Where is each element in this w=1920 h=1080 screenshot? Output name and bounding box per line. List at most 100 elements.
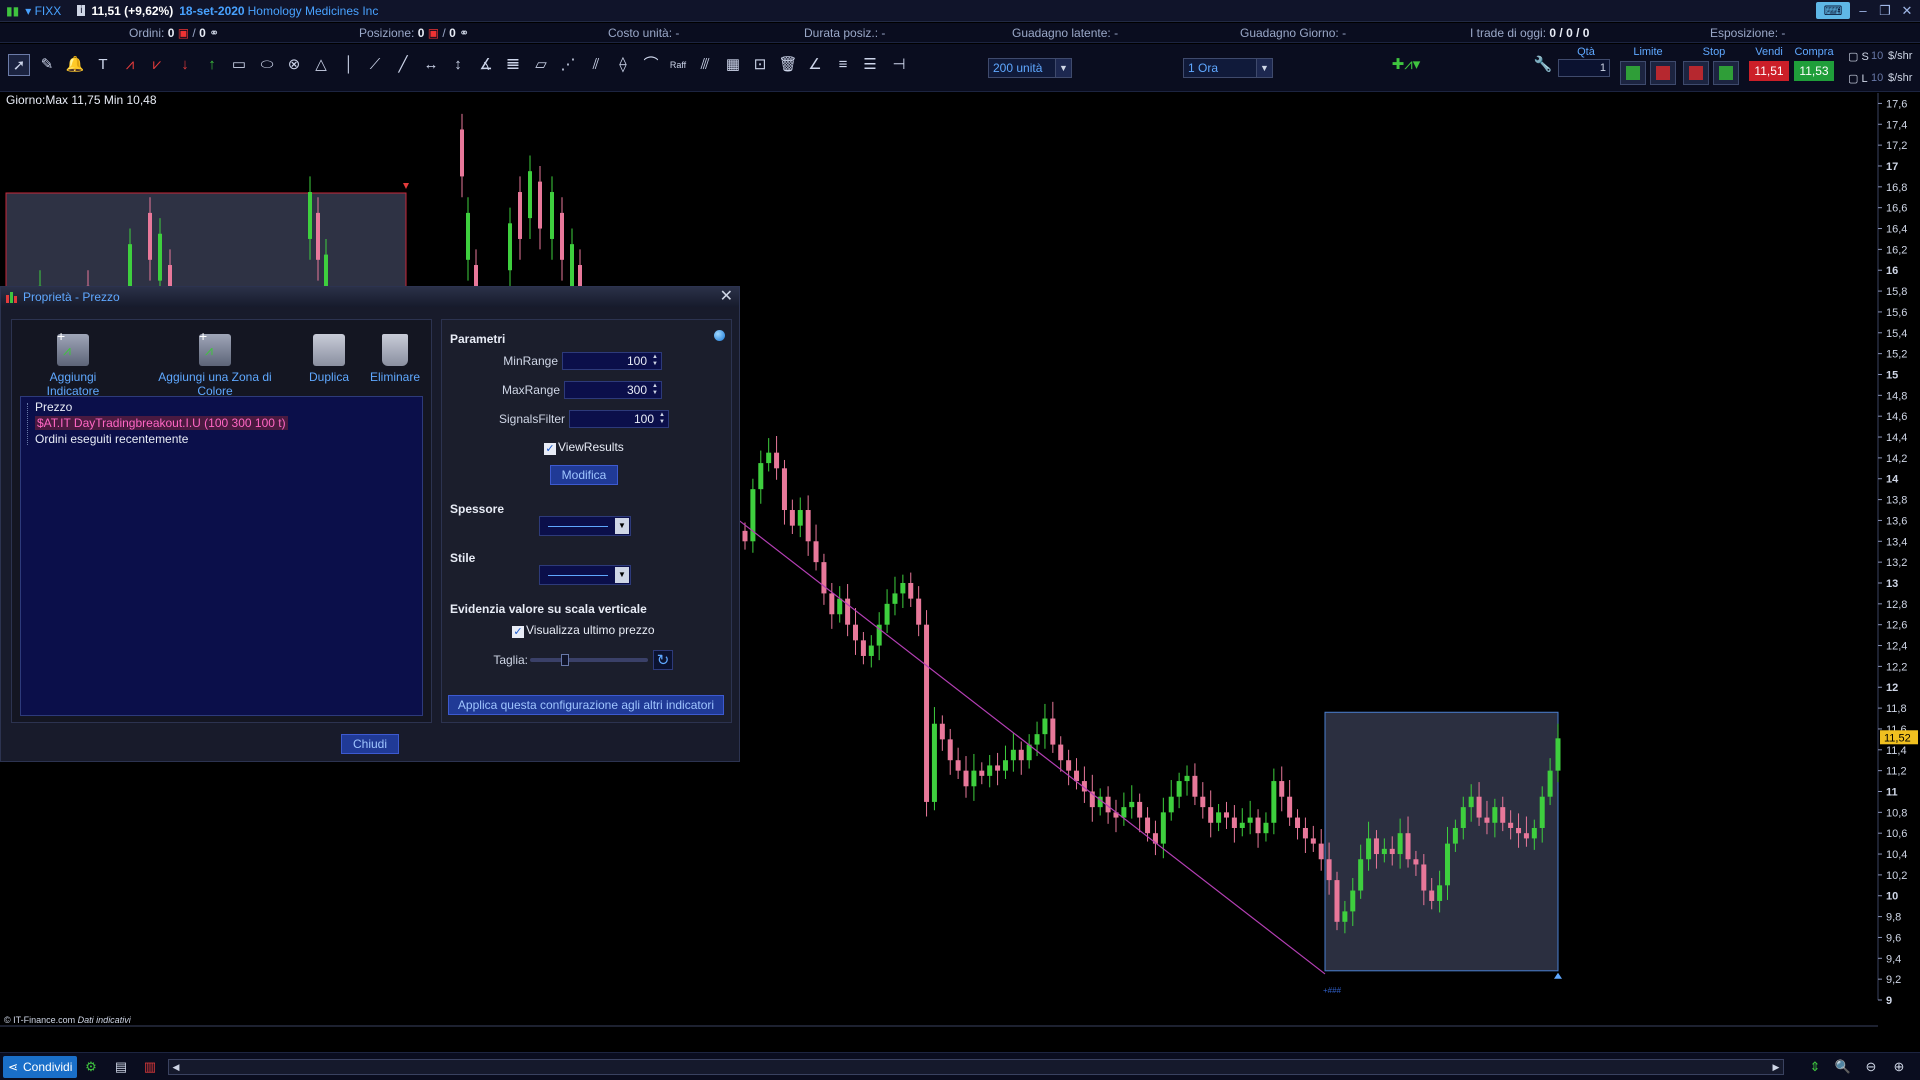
spinner-arrows-icon[interactable]: ▲ ▼ (657, 412, 667, 426)
stop-buy-icon[interactable] (1713, 61, 1739, 85)
regression-tool-icon[interactable]: ⫻ (694, 54, 716, 76)
fibonacci-tool-icon[interactable]: 𝌆 (502, 54, 524, 76)
glasses-icon[interactable]: ⚭ (209, 26, 219, 40)
ticker-selector[interactable]: ▾ FIXX (25, 4, 61, 18)
triangle-tool-icon[interactable]: △ (310, 54, 332, 76)
bars-style-icon[interactable]: ▥ (141, 1058, 159, 1076)
ellipse-tool-icon[interactable]: ⬭ (256, 54, 278, 76)
delete-button[interactable]: Eliminare (368, 334, 422, 384)
modify-button[interactable]: Modifica (550, 465, 618, 485)
wrench-icon[interactable]: 🔧 (1532, 54, 1554, 76)
autoscale-icon[interactable]: ⇕ (1806, 1058, 1824, 1076)
fan-tool-icon[interactable]: ⋰ (557, 54, 579, 76)
info-icon[interactable] (714, 330, 725, 341)
spinner-arrows-icon[interactable]: ▲ ▼ (650, 354, 660, 368)
close-icon[interactable]: ✕ (720, 287, 733, 307)
spinner-arrows-icon[interactable]: ▲ ▼ (650, 383, 660, 397)
zoom-out-icon[interactable]: ⊖ (1862, 1058, 1880, 1076)
pencil-icon[interactable]: ✎ (36, 54, 58, 76)
show-last-price-checkbox[interactable]: ✓ Visualizza ultimo prezzo (512, 623, 655, 638)
scroll-right-icon[interactable]: ▶ (1769, 1060, 1783, 1074)
vertical-line-icon[interactable]: │ (338, 54, 360, 76)
limit-sell-icon[interactable] (1650, 61, 1676, 85)
close-button[interactable]: Chiudi (341, 734, 399, 754)
gann-fan-icon[interactable]: ⟠ (612, 54, 634, 76)
size-slider-thumb[interactable] (561, 654, 569, 666)
max-range-input[interactable]: 300 ▲ ▼ (564, 381, 662, 399)
add-indicator-icon[interactable]: ✚⩘▾ (1386, 54, 1426, 76)
trendline-tool-icon[interactable]: ╱ (392, 54, 414, 76)
grid-tool-icon[interactable]: ▦ (722, 54, 744, 76)
long-qty[interactable]: 10 (1871, 72, 1883, 84)
tree-item-breakout-indicator[interactable]: $AT.IT DayTradingbreakout.I.U (100 300 1… (35, 416, 288, 430)
add-indicator-button[interactable]: ⩘ + Aggiungi Indicatore (24, 328, 122, 398)
vertical-ray-icon[interactable]: ↕ (447, 54, 469, 76)
sell-arrow-icon[interactable]: ↓ (174, 54, 196, 76)
rectangle-tool-icon[interactable]: ▭ (228, 54, 250, 76)
timeframe-select[interactable]: 1 Ora ▼ (1183, 58, 1273, 78)
chevron-down-icon: ▼ (1055, 59, 1071, 77)
position-value-2: 0 (449, 26, 456, 40)
raff-channel-icon[interactable]: Raff (667, 54, 689, 76)
restore-button[interactable]: ❐ (1876, 2, 1894, 19)
units-select[interactable]: 200 unità ▼ (988, 58, 1072, 78)
apply-to-all-button[interactable]: Applica questa configurazione agli altri… (448, 695, 724, 715)
keyboard-icon[interactable]: ⌨ (1816, 2, 1850, 19)
zoom-area-icon[interactable]: 🔍 (1834, 1058, 1852, 1076)
angle-tool-icon[interactable]: ∡ (475, 54, 497, 76)
price-tick-label: 9,2 (1886, 974, 1901, 986)
info-icon[interactable]: i (77, 5, 86, 16)
time-axis[interactable]: 22242630lug0206081014162022242830ago0507… (0, 1025, 1920, 1030)
price-tick-label: 13,4 (1886, 536, 1907, 548)
close-window-button[interactable]: ✕ (1898, 2, 1916, 19)
limit-buy-icon[interactable] (1620, 61, 1646, 85)
text-tool-icon[interactable]: T (92, 54, 114, 76)
tree-item-recent-orders[interactable]: Ordini eseguiti recentemente (35, 432, 188, 446)
candle-body (1137, 801, 1143, 818)
alert-bell-icon[interactable]: 🔔 (64, 54, 86, 76)
scroll-left-icon[interactable]: ◀ (169, 1060, 183, 1074)
zoom-box-icon[interactable]: ⊡ (749, 54, 771, 76)
zigzag-line-icon[interactable]: ⩘ (119, 54, 141, 76)
tree-item-price[interactable]: Prezzo (35, 400, 72, 414)
pitchfork-tool-icon[interactable]: ⫽ (585, 54, 607, 76)
reset-icon[interactable]: ↻ (653, 650, 673, 670)
sell-button[interactable]: 11,51 (1749, 61, 1789, 81)
dialog-title-bar[interactable]: Proprietà - Prezzo ✕ (1, 287, 739, 307)
short-qty[interactable]: 10 (1871, 50, 1883, 62)
trendline-angle-icon[interactable]: ∠ (804, 54, 826, 76)
minimize-button[interactable]: ‒ (1854, 2, 1872, 19)
channel-tool-icon[interactable]: ▱ (530, 54, 552, 76)
trash-icon[interactable]: 🗑 (777, 54, 799, 76)
signals-filter-input[interactable]: 100 ▲ ▼ (569, 410, 669, 428)
glasses-icon[interactable]: ⚭ (459, 26, 469, 40)
qty-input[interactable]: 1 (1558, 59, 1610, 77)
duplicate-button[interactable]: Duplica (304, 334, 354, 384)
horizontal-ray-icon[interactable]: ↔ (420, 54, 442, 76)
wave-line-icon[interactable]: ⩗ (146, 54, 168, 76)
size-slider-track[interactable] (530, 658, 648, 662)
layout-icon[interactable]: ▤ (112, 1058, 130, 1076)
circle-cross-tool-icon[interactable]: ⊗ (283, 54, 305, 76)
pointer-tool-icon[interactable]: ➚ (8, 54, 30, 76)
chart-style-icon[interactable]: ⚙ (82, 1058, 100, 1076)
measure-tool-icon[interactable]: ⊣ (888, 54, 910, 76)
zoom-in-icon[interactable]: ⊕ (1890, 1058, 1908, 1076)
segment-tool-icon[interactable]: ⟋ (364, 54, 386, 76)
buy-button[interactable]: 11,53 (1794, 61, 1834, 81)
orders-label: Ordini: (129, 26, 165, 40)
parallel-lines-icon[interactable]: ≡ (832, 54, 854, 76)
thickness-select[interactable]: ▼ (539, 516, 631, 536)
add-color-zone-button[interactable]: ⩘ + Aggiungi una Zona di Colore (141, 328, 289, 398)
levels-icon[interactable]: ☰ (859, 54, 881, 76)
price-axis[interactable]: 17,6 17,4 17,2 17 16,8 16,6 16,4 16,2 16 15,8 15,6… (1877, 93, 1918, 1007)
style-select[interactable]: ▼ (539, 565, 631, 585)
buy-arrow-icon[interactable]: ↑ (201, 54, 223, 76)
min-range-input[interactable]: 100 ▲ ▼ (562, 352, 662, 370)
stop-sell-icon[interactable] (1683, 61, 1709, 85)
chart-scrollbar[interactable]: ◀ ▶ (168, 1059, 1784, 1075)
view-results-checkbox[interactable]: ✓ ViewResults (544, 440, 624, 455)
share-button[interactable]: ⋖ Condividi (3, 1056, 77, 1078)
arc-tool-icon[interactable]: ⌒ (640, 54, 662, 76)
duplicate-label: Duplica (308, 370, 350, 384)
